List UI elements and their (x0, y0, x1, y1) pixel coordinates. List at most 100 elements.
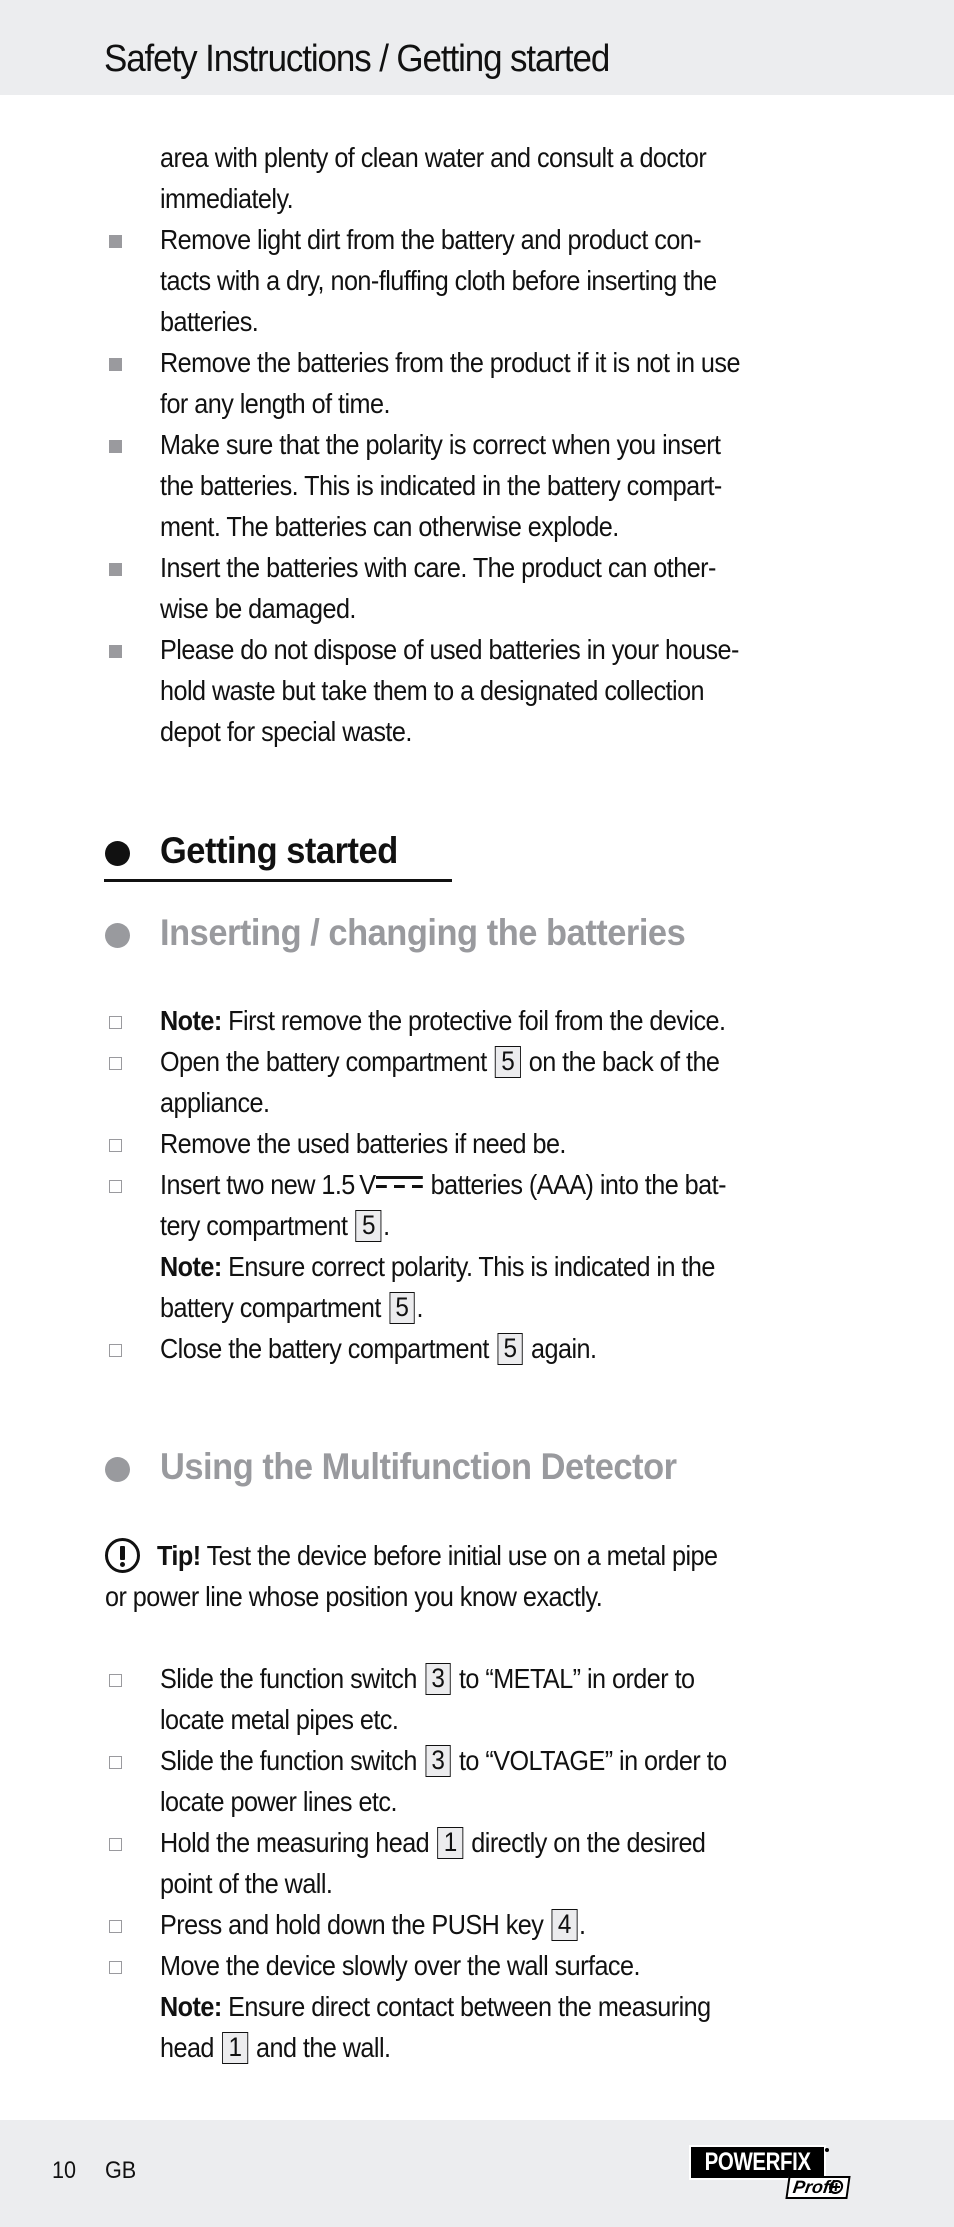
using-step-5-note-line-2-pre: head (160, 2032, 214, 2063)
section-bullet-icon (105, 923, 130, 948)
safety-item-5-line-2: hold waste but take them to a designated… (160, 675, 705, 706)
safety-continuation-line-1: area with plenty of clean water and cons… (160, 142, 707, 173)
section-bullet-icon (105, 1457, 130, 1482)
using-step-5-note-line-1: Note: Ensure direct contact between the … (160, 1986, 711, 2027)
safety-item-5-line-3: depot for special waste. (160, 716, 412, 747)
note-label: Note: (160, 1251, 222, 1282)
safety-item-3-line-3: ment. The batteries can otherwise explod… (160, 511, 619, 542)
part-ref-box: 1 (222, 2032, 248, 2064)
part-ref-box: 3 (425, 1663, 451, 1695)
checkbox-bullet-icon (109, 1016, 122, 1029)
using-step-1-post: to “METAL” in order to (458, 1663, 695, 1694)
bullet-square-icon (109, 563, 122, 576)
checkbox-bullet-icon (109, 1180, 122, 1193)
part-ref-box: 5 (355, 1210, 382, 1242)
using-step-2-pre: Slide the function switch (160, 1745, 417, 1776)
using-step-3-post: directly on the desired (471, 1827, 706, 1858)
bullet-square-icon (109, 645, 122, 658)
battery-step-4-line-1: Insert two new 1.5 V batteries (AAA) int… (160, 1164, 726, 1205)
checkbox-bullet-icon (109, 1838, 122, 1851)
safety-item-1-line-1: Remove light dirt from the battery and p… (160, 224, 702, 255)
page-title: Safety Instructions / Getting started (104, 38, 610, 80)
heading-inserting-batteries: Inserting / changing the batteries (160, 912, 686, 953)
bullet-square-icon (109, 440, 122, 453)
heading-using-detector: Using the Multifunction Detector (160, 1446, 677, 1487)
bullet-square-icon (109, 358, 122, 371)
heading-getting-started: Getting started (160, 830, 398, 871)
tip-line-2: or power line whose position you know ex… (105, 1581, 603, 1612)
part-ref-box: 3 (425, 1745, 451, 1777)
part-ref-box: 5 (494, 1046, 521, 1078)
battery-step-5-pre: Close the battery compartment (160, 1333, 489, 1364)
battery-step-1: Note: First remove the protective foil f… (160, 1000, 726, 1041)
battery-step-4-note-line-2-pre: battery compartment (160, 1292, 381, 1323)
tip-line-1: Tip! Test the device before initial use … (157, 1535, 718, 1576)
using-step-5-note-text: Ensure direct contact between the measur… (221, 1991, 711, 2022)
battery-step-5: Close the battery compartment 5 again. (160, 1328, 597, 1369)
battery-step-2-post: on the back of the (528, 1046, 720, 1077)
using-step-1-pre: Slide the function switch (160, 1663, 417, 1694)
using-step-3-pre: Hold the measuring head (160, 1827, 430, 1858)
checkbox-bullet-icon (109, 1057, 122, 1070)
battery-step-4-note-line-2-post: . (416, 1292, 423, 1323)
checkbox-bullet-icon (109, 1139, 122, 1152)
using-step-5-note-line-2: head 1 and the wall. (160, 2027, 391, 2068)
checkbox-bullet-icon (109, 1344, 122, 1357)
logo-brand: POWERFIX (691, 2147, 824, 2178)
using-step-4-post: . (578, 1909, 586, 1940)
tip-text: Test the device before initial use on a … (200, 1540, 718, 1571)
using-step-3-line-2: point of the wall. (160, 1868, 333, 1899)
safety-item-3-line-1: Make sure that the polarity is correct w… (160, 429, 721, 460)
battery-step-4-line-2-pre: tery compartment (160, 1210, 348, 1241)
checkbox-bullet-icon (109, 1756, 122, 1769)
checkbox-bullet-icon (109, 1920, 122, 1933)
page-number: 10 (52, 2157, 77, 2184)
powerfix-logo: POWERFIX Profi (691, 2147, 851, 2201)
checkbox-bullet-icon (109, 1961, 122, 1974)
battery-step-1-text: First remove the protective foil from th… (221, 1005, 726, 1036)
using-step-2-line-2: locate power lines etc. (160, 1786, 397, 1817)
part-ref-box: 5 (389, 1292, 415, 1324)
section-bullet-icon (105, 841, 130, 866)
battery-step-4-line-2: tery compartment 5. (160, 1205, 390, 1246)
battery-step-4-note-line-1: Note: Ensure correct polarity. This is i… (160, 1246, 715, 1287)
part-ref-box: 5 (497, 1333, 523, 1365)
safety-item-5-line-1: Please do not dispose of used batteries … (160, 634, 739, 665)
logo-sub-brand: Profi (785, 2176, 851, 2199)
using-step-3-line-1: Hold the measuring head 1 directly on th… (160, 1822, 706, 1863)
using-step-5-note-line-2-post: and the wall. (256, 2032, 391, 2063)
tip-label: Tip! (157, 1540, 201, 1571)
safety-item-1-line-3: batteries. (160, 306, 259, 337)
battery-step-2-pre: Open the battery compartment (160, 1046, 487, 1077)
using-step-4-pre: Press and hold down the PUSH key (160, 1909, 544, 1940)
battery-step-5-post: again. (531, 1333, 597, 1364)
note-label: Note: (160, 1005, 222, 1036)
part-ref-box: 4 (551, 1909, 578, 1941)
battery-step-2-line-1: Open the battery compartment 5 on the ba… (160, 1041, 720, 1082)
bullet-square-icon (109, 235, 122, 248)
battery-step-4-note-line-2: battery compartment 5. (160, 1287, 424, 1328)
using-step-1-line-1: Slide the function switch 3 to “METAL” i… (160, 1658, 695, 1699)
using-step-2-post: to “VOLTAGE” in order to (458, 1745, 727, 1776)
checkbox-bullet-icon (109, 1674, 122, 1687)
using-step-5: Move the device slowly over the wall sur… (160, 1950, 640, 1981)
battery-step-4-pre: Insert two new 1.5 V (160, 1169, 376, 1200)
note-label: Note: (160, 1991, 222, 2022)
safety-item-2-line-2: for any length of time. (160, 388, 390, 419)
battery-step-4-note-text: Ensure correct polarity. This is indicat… (221, 1251, 715, 1282)
battery-step-3: Remove the used batteries if need be. (160, 1128, 566, 1159)
using-step-1-line-2: locate metal pipes etc. (160, 1704, 399, 1735)
battery-step-2-line-2: appliance. (160, 1087, 270, 1118)
heading-underline (104, 879, 452, 882)
exclamation-circle-icon (105, 1538, 140, 1573)
using-step-2-line-1: Slide the function switch 3 to “VOLTAGE”… (160, 1740, 727, 1781)
safety-item-3-line-2: the batteries. This is indicated in the … (160, 470, 722, 501)
battery-step-4-post: batteries (AAA) into the bat- (430, 1169, 727, 1200)
plus-circle-icon (828, 2180, 845, 2194)
safety-item-2-line-1: Remove the batteries from the product if… (160, 347, 740, 378)
registered-mark-icon (825, 2148, 829, 2152)
safety-item-4-line-2: wise be damaged. (160, 593, 356, 624)
page-header: Safety Instructions / Getting started (0, 0, 954, 95)
using-step-4: Press and hold down the PUSH key 4. (160, 1904, 586, 1945)
dc-current-icon (375, 1176, 423, 1190)
